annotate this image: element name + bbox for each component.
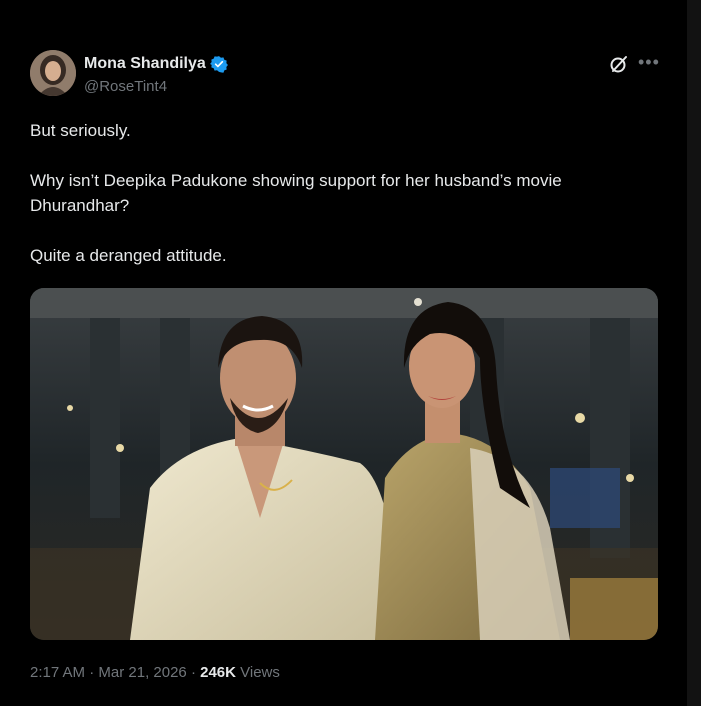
tweet-text-line: But seriously. [30,121,131,140]
screenshot-frame: Mona Shandilya @RoseTint4 ••• But seriou… [0,0,701,706]
views-count[interactable]: 246K [200,664,236,681]
meta-separator: · [85,664,99,681]
tweet-text-line: Quite a deranged attitude. [30,246,227,265]
tweet-text: But seriously. Why isn’t Deepika Padukon… [30,118,670,268]
tweet-text-line: Dhurandhar? [30,196,130,215]
tweet-date[interactable]: Mar 21, 2026 [98,664,186,681]
tweet-card: Mona Shandilya @RoseTint4 ••• But seriou… [0,0,687,706]
author-handle[interactable]: @RoseTint4 [84,78,167,95]
tweet-media-photo[interactable] [30,288,658,640]
author-name[interactable]: Mona Shandilya [84,55,206,73]
verified-badge-icon [209,55,228,73]
more-options-icon[interactable]: ••• [638,52,660,72]
views-label: Views [235,664,280,681]
avatar[interactable] [30,50,76,96]
author-name-row[interactable]: Mona Shandilya [84,55,228,73]
grok-icon[interactable] [608,53,630,75]
frame-edge [687,0,701,706]
tweet-meta: 2:17 AM · Mar 21, 2026 · 246K Views [30,664,280,681]
meta-separator: · [186,664,201,681]
tweet-time[interactable]: 2:17 AM [30,664,85,681]
tweet-text-line: Why isn’t Deepika Padukone showing suppo… [30,171,562,190]
